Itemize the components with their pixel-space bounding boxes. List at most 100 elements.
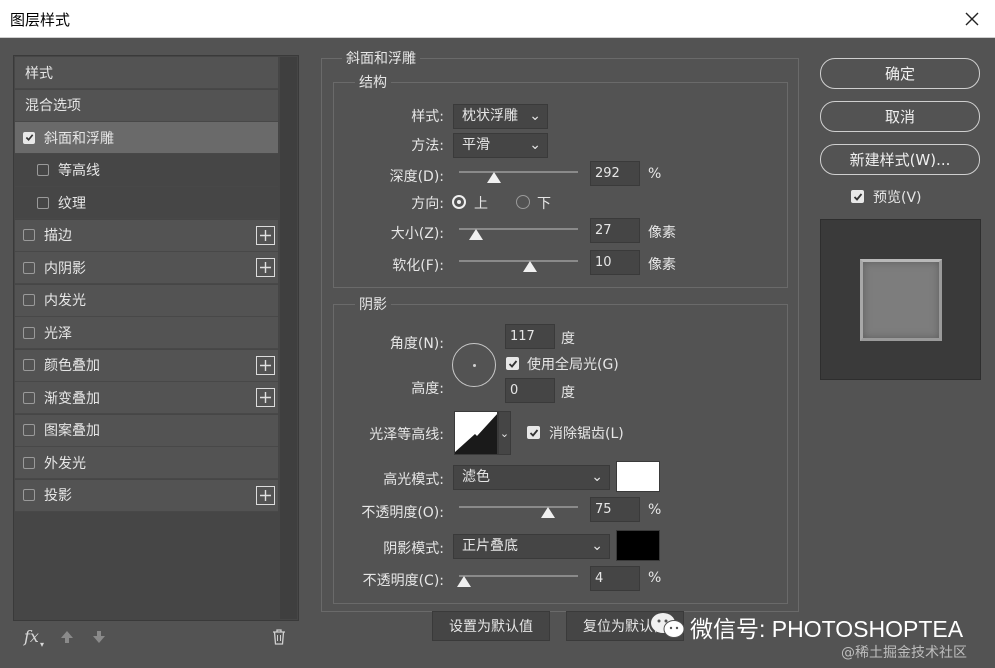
shadow-opacity-input[interactable]: 4	[590, 566, 640, 591]
ok-button[interactable]: 确定	[820, 58, 980, 89]
style-list-label: 等高线	[58, 163, 100, 179]
depth-input[interactable]: 292	[590, 161, 640, 186]
add-icon[interactable]	[256, 355, 275, 375]
style-list-label: 内阴影	[44, 260, 86, 277]
style-list-item[interactable]: 等高线	[15, 154, 278, 187]
highlight-opacity-label: 不透明度(O):	[361, 505, 444, 521]
shadow-mode-select[interactable]: 正片叠底 ⌄	[453, 534, 610, 559]
style-checkbox[interactable]	[37, 196, 49, 209]
add-icon[interactable]	[256, 485, 275, 505]
style-list-item[interactable]: 外发光	[15, 447, 278, 479]
wechat-logo	[650, 612, 686, 644]
style-checkbox[interactable]	[23, 456, 35, 469]
style-list-item[interactable]: 样式	[15, 57, 278, 89]
style-checkbox[interactable]	[23, 359, 35, 371]
technique-select[interactable]: 平滑 ⌄	[453, 133, 548, 158]
watermark-text: 微信号: PHOTOSHOPTEA	[690, 616, 964, 642]
chevron-down-icon: ⌄	[591, 469, 603, 485]
shadow-opacity-label: 不透明度(C):	[362, 573, 444, 589]
style-list-label: 图案叠加	[44, 423, 100, 439]
set-default-button[interactable]: 设置为默认值	[432, 611, 550, 641]
fx-icon[interactable]: fx	[24, 627, 39, 646]
size-input[interactable]: 27	[590, 218, 640, 243]
angle-dial[interactable]	[452, 343, 496, 387]
shadow-color-swatch[interactable]	[616, 530, 660, 561]
direction-down-radio[interactable]	[516, 195, 530, 209]
gloss-contour-preview[interactable]	[454, 411, 498, 455]
size-unit: 像素	[648, 225, 676, 241]
style-list-item[interactable]: 颜色叠加	[15, 349, 278, 382]
highlight-mode-value: 滤色	[462, 469, 490, 485]
altitude-input[interactable]: 0	[505, 378, 555, 403]
soften-label: 软化(F):	[392, 258, 444, 274]
style-select[interactable]: 枕状浮雕 ⌄	[453, 104, 548, 129]
style-list-item[interactable]: 混合选项	[15, 89, 278, 122]
style-checkbox[interactable]	[23, 424, 35, 436]
angle-input[interactable]: 117	[505, 324, 555, 349]
soften-slider-thumb[interactable]	[523, 261, 538, 272]
size-label: 大小(Z):	[390, 226, 444, 242]
style-checkbox[interactable]	[23, 294, 35, 306]
global-light-label: 使用全局光(G)	[527, 357, 619, 373]
structure-title: 结构	[355, 72, 391, 92]
add-icon[interactable]	[256, 258, 275, 277]
style-checkbox[interactable]	[23, 326, 35, 339]
style-checkbox[interactable]	[23, 489, 35, 501]
style-list-item[interactable]: 图案叠加	[15, 414, 278, 447]
highlight-mode-select[interactable]: 滤色 ⌄	[453, 465, 610, 490]
shading-title: 阴影	[355, 294, 391, 314]
style-list-item[interactable]: 描边	[15, 219, 278, 252]
style-list-item[interactable]: 内发光	[15, 284, 278, 317]
trash-icon[interactable]	[272, 629, 286, 649]
style-checkbox[interactable]	[23, 391, 35, 404]
watermark-credit: @稀土掘金技术社区	[841, 645, 967, 661]
preview-checkbox[interactable]	[851, 190, 864, 203]
style-list-scrollbar[interactable]	[280, 57, 297, 619]
direction-up-radio[interactable]	[452, 195, 466, 209]
style-list-label: 光泽	[44, 325, 72, 342]
highlight-mode-label: 高光模式:	[383, 472, 444, 488]
shadow-opacity-thumb[interactable]	[456, 576, 471, 587]
highlight-color-swatch[interactable]	[616, 461, 660, 492]
style-checkbox[interactable]	[23, 131, 35, 144]
soften-input[interactable]: 10	[590, 250, 640, 275]
style-checkbox[interactable]	[23, 229, 35, 241]
style-checkbox[interactable]	[37, 164, 49, 176]
style-list-item[interactable]: 渐变叠加	[15, 382, 278, 414]
soften-slider-track[interactable]	[459, 260, 578, 262]
highlight-opacity-track[interactable]	[459, 506, 578, 508]
depth-slider-thumb[interactable]	[486, 172, 501, 183]
style-list-item[interactable]: 光泽	[15, 317, 278, 349]
move-up-icon[interactable]	[60, 630, 74, 648]
style-list-item[interactable]: 内阴影	[15, 252, 278, 284]
highlight-opacity-thumb[interactable]	[541, 507, 556, 518]
depth-slider-track[interactable]	[459, 171, 578, 173]
add-icon[interactable]	[256, 225, 275, 245]
style-list-item[interactable]: 斜面和浮雕	[15, 122, 278, 154]
gloss-contour-dropdown[interactable]: ⌄	[498, 411, 511, 455]
shadow-opacity-track[interactable]	[459, 575, 578, 577]
gloss-contour-label: 光泽等高线:	[369, 427, 444, 443]
style-list-item[interactable]: 纹理	[15, 187, 278, 219]
depth-unit: %	[648, 166, 662, 182]
add-icon[interactable]	[256, 388, 275, 407]
chevron-down-icon: ⌄	[529, 137, 541, 153]
highlight-opacity-input[interactable]: 75	[590, 497, 640, 522]
highlight-opacity-unit: %	[648, 502, 662, 518]
cancel-button[interactable]: 取消	[820, 101, 980, 132]
close-icon[interactable]	[949, 0, 995, 38]
style-list-label: 外发光	[44, 455, 86, 472]
size-slider-thumb[interactable]	[468, 229, 483, 240]
style-list-item[interactable]: 投影	[15, 479, 278, 512]
angle-unit: 度	[561, 331, 575, 347]
fx-dropdown-icon: ▾	[40, 640, 45, 649]
shadow-opacity-unit: %	[648, 570, 662, 586]
style-checkbox[interactable]	[23, 261, 35, 274]
global-light-checkbox[interactable]	[506, 357, 519, 370]
anti-alias-checkbox[interactable]	[527, 426, 540, 439]
move-down-icon[interactable]	[92, 630, 106, 648]
shadow-mode-label: 阴影模式:	[383, 541, 444, 557]
new-style-button[interactable]: 新建样式(W)...	[820, 144, 980, 175]
bevel-emboss-title: 斜面和浮雕	[342, 48, 420, 68]
window-title: 图层样式	[10, 11, 71, 29]
